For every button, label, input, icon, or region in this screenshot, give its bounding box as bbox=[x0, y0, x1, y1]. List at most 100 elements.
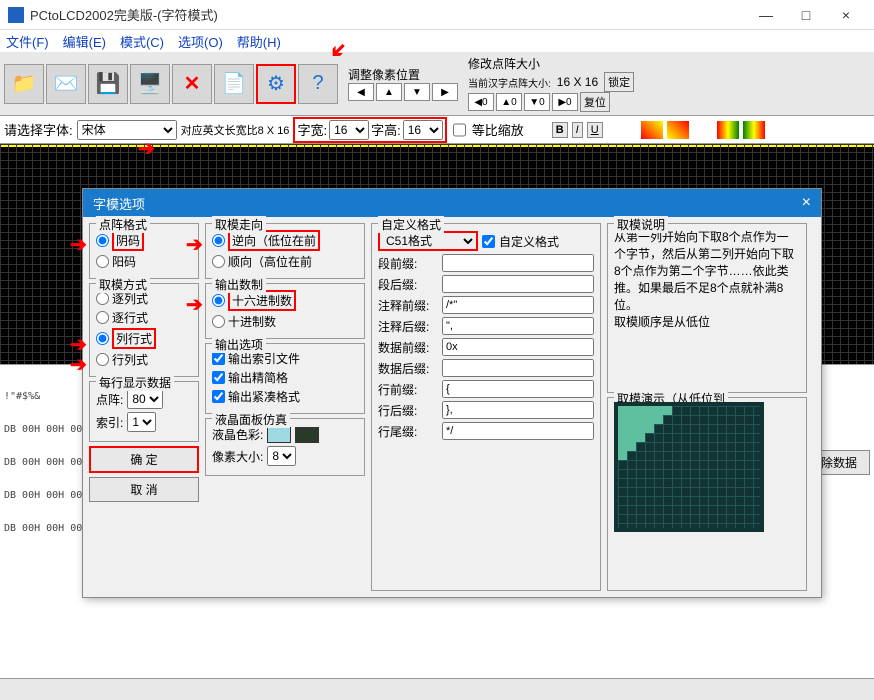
window-title: PCtoLCD2002完美版-(字符模式) bbox=[30, 5, 746, 24]
adjust-right-button[interactable]: ▶ bbox=[432, 83, 458, 101]
menu-options[interactable]: 选项(O) bbox=[178, 32, 223, 51]
color-tool-2[interactable] bbox=[667, 121, 689, 139]
tight-checkbox[interactable] bbox=[212, 390, 225, 403]
comment-prefix-label: 注释前缀: bbox=[378, 297, 438, 314]
toolbar-note-button[interactable]: 📄 bbox=[214, 64, 254, 104]
col-row-radio[interactable] bbox=[96, 332, 109, 345]
dot-label: 点阵: bbox=[96, 391, 123, 408]
modify-size-label: 修改点阵大小 bbox=[468, 55, 634, 72]
toolbar-device-button[interactable]: 🖥️ bbox=[130, 64, 170, 104]
dialog-titlebar: 字模选项 × bbox=[83, 189, 821, 217]
toolbar-delete-button[interactable]: ✕ bbox=[172, 64, 212, 104]
adjust-left-button[interactable]: ◀ bbox=[348, 83, 374, 101]
height-select[interactable]: 16 bbox=[403, 120, 443, 140]
seg-prefix-label: 段前缀: bbox=[378, 255, 438, 272]
hex-radio[interactable] bbox=[212, 294, 225, 307]
underline-button[interactable]: U bbox=[587, 122, 603, 138]
lock-button[interactable]: 锁定 bbox=[604, 72, 634, 92]
per-line-legend: 每行显示数据 bbox=[96, 374, 174, 391]
custom-checkbox[interactable] bbox=[482, 235, 495, 248]
per-line-group: 每行显示数据 点阵:80 索引:1 bbox=[89, 381, 199, 442]
font-select[interactable]: 宋体 bbox=[77, 120, 177, 140]
modify-size-group: 修改点阵大小 当前汉字点阵大小: 16 X 16 锁定 ◀0 ▲0 ▼0 ▶0 … bbox=[468, 55, 634, 112]
size-left-button[interactable]: ◀0 bbox=[468, 93, 494, 111]
equal-scale-label: 等比缩放 bbox=[472, 120, 524, 139]
comment-suffix-label: 注释后缀: bbox=[378, 318, 438, 335]
col-by-col-radio[interactable] bbox=[96, 292, 109, 305]
lcd-color-fg[interactable] bbox=[267, 427, 291, 443]
line-suffix-label: 行后缀: bbox=[378, 402, 438, 419]
size-right-button[interactable]: ▶0 bbox=[552, 93, 578, 111]
dot-format-legend: 点阵格式 bbox=[96, 216, 150, 233]
current-size-value: 16 X 16 bbox=[557, 75, 598, 89]
dec-label: 十进制数 bbox=[228, 313, 276, 330]
mirror-tool-2[interactable] bbox=[743, 121, 765, 139]
toolbar-help-button[interactable]: ? bbox=[298, 64, 338, 104]
annotation-arrow-icon: ➔ bbox=[70, 232, 87, 257]
size-down-button[interactable]: ▼0 bbox=[524, 93, 550, 111]
annotation-arrow-icon: ➔ bbox=[70, 352, 87, 377]
line-prefix-input[interactable] bbox=[442, 380, 594, 398]
width-select[interactable]: 16 bbox=[329, 120, 369, 140]
adjust-down-button[interactable]: ▼ bbox=[404, 83, 430, 101]
forward-radio[interactable] bbox=[212, 255, 225, 268]
compact-checkbox[interactable] bbox=[212, 371, 225, 384]
bold-button[interactable]: B bbox=[552, 122, 568, 138]
toolbar: 📁 ✉️ 💾 🖥️ ✕ 📄 ⚙ ? 调整像素位置 ◀ ▲ ▼ ▶ 修改点阵大小 … bbox=[0, 52, 874, 116]
data-prefix-input[interactable] bbox=[442, 338, 594, 356]
italic-button[interactable]: I bbox=[572, 122, 583, 138]
menu-help[interactable]: 帮助(H) bbox=[237, 32, 281, 51]
toolbar-save-button[interactable]: 💾 bbox=[88, 64, 128, 104]
lcd-pixel-select[interactable]: 8 bbox=[267, 446, 296, 466]
reverse-radio[interactable] bbox=[212, 234, 225, 247]
close-button[interactable]: × bbox=[826, 7, 866, 23]
data-suffix-input[interactable] bbox=[442, 359, 594, 377]
line-suffix-input[interactable] bbox=[442, 401, 594, 419]
size-up-button[interactable]: ▲0 bbox=[496, 93, 522, 111]
mirror-tool-1[interactable] bbox=[717, 121, 739, 139]
index-select[interactable]: 1 bbox=[127, 412, 156, 432]
mode-legend: 取模方式 bbox=[96, 276, 150, 293]
format-select[interactable]: C51格式 bbox=[378, 231, 478, 251]
row-col-radio[interactable] bbox=[96, 353, 109, 366]
equal-scale-checkbox[interactable] bbox=[453, 120, 466, 140]
toolbar-open-button[interactable]: 📁 bbox=[4, 64, 44, 104]
adjust-up-button[interactable]: ▲ bbox=[376, 83, 402, 101]
row-by-row-radio[interactable] bbox=[96, 311, 109, 324]
annotation-arrow-icon: ➔ bbox=[138, 136, 155, 161]
seg-suffix-input[interactable] bbox=[442, 275, 594, 293]
window-titlebar: PCtoLCD2002完美版-(字符模式) — □ × bbox=[0, 0, 874, 30]
height-label: 字高: bbox=[371, 120, 401, 139]
custom-legend: 自定义格式 bbox=[378, 216, 444, 233]
color-tool-1[interactable] bbox=[641, 121, 663, 139]
line-end-input[interactable] bbox=[442, 422, 594, 440]
dec-radio[interactable] bbox=[212, 315, 225, 328]
width-label: 字宽: bbox=[297, 120, 327, 139]
cancel-button[interactable]: 取 消 bbox=[89, 477, 199, 502]
menu-edit[interactable]: 编辑(E) bbox=[63, 32, 106, 51]
toolbar-mail-button[interactable]: ✉️ bbox=[46, 64, 86, 104]
yang-radio[interactable] bbox=[96, 255, 109, 268]
app-icon bbox=[8, 7, 24, 23]
index-file-checkbox[interactable] bbox=[212, 352, 225, 365]
toolbar-settings-button[interactable]: ⚙ bbox=[256, 64, 296, 104]
radix-group: 输出数制 ➔ 十六进制数 十进制数 bbox=[205, 283, 365, 339]
adjust-pixel-label: 调整像素位置 bbox=[348, 66, 458, 83]
seg-prefix-input[interactable] bbox=[442, 254, 594, 272]
dialog-close-button[interactable]: × bbox=[802, 194, 811, 212]
comment-suffix-input[interactable] bbox=[442, 317, 594, 335]
reset-button[interactable]: 复位 bbox=[580, 92, 610, 112]
dot-select[interactable]: 80 bbox=[127, 389, 163, 409]
comment-prefix-input[interactable] bbox=[442, 296, 594, 314]
mode-group: 取模方式 逐列式 逐行式 ➔ 列行式 ➔ 行列式 bbox=[89, 283, 199, 377]
yin-radio[interactable] bbox=[96, 234, 109, 247]
forward-label: 顺向（高位在前 bbox=[228, 253, 312, 270]
annotation-arrow-icon: ➔ bbox=[186, 292, 203, 317]
lcd-color-bg[interactable] bbox=[295, 427, 319, 443]
ok-button[interactable]: 确 定 bbox=[89, 446, 199, 473]
maximize-button[interactable]: □ bbox=[786, 7, 826, 23]
custom-cb-label: 自定义格式 bbox=[499, 233, 559, 250]
menu-file[interactable]: 文件(F) bbox=[6, 32, 49, 51]
minimize-button[interactable]: — bbox=[746, 7, 786, 23]
menu-mode[interactable]: 模式(C) bbox=[120, 32, 164, 51]
